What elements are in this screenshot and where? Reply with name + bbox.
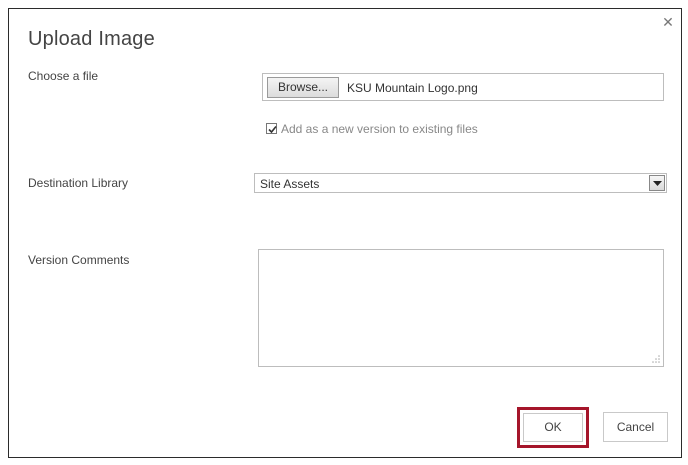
file-input[interactable]: Browse... KSU Mountain Logo.png (262, 73, 664, 101)
dialog-title: Upload Image (28, 28, 155, 50)
choose-file-label: Choose a file (28, 69, 99, 83)
close-icon[interactable]: ✕ (661, 15, 675, 29)
selected-file-name: KSU Mountain Logo.png (347, 81, 478, 95)
ok-button[interactable]: OK (517, 407, 589, 448)
resize-grip-icon[interactable] (651, 354, 661, 364)
upload-image-dialog: Upload Image ✕ Choose a file Browse... K… (8, 8, 682, 458)
destination-library-label: Destination Library (28, 176, 129, 190)
destination-library-value: Site Assets (260, 177, 320, 191)
browse-button[interactable]: Browse... (267, 77, 339, 98)
checkmark-icon (268, 125, 277, 134)
ok-button-label: OK (523, 413, 583, 442)
add-version-checkbox[interactable] (266, 123, 277, 134)
version-comments-textarea[interactable] (258, 249, 664, 367)
dropdown-arrow-icon[interactable] (649, 175, 665, 191)
version-comments-label: Version Comments (28, 253, 130, 267)
cancel-button[interactable]: Cancel (603, 412, 668, 442)
destination-library-select[interactable]: Site Assets (254, 173, 667, 193)
add-version-option: Add as a new version to existing files (266, 122, 478, 136)
add-version-label: Add as a new version to existing files (281, 122, 478, 136)
